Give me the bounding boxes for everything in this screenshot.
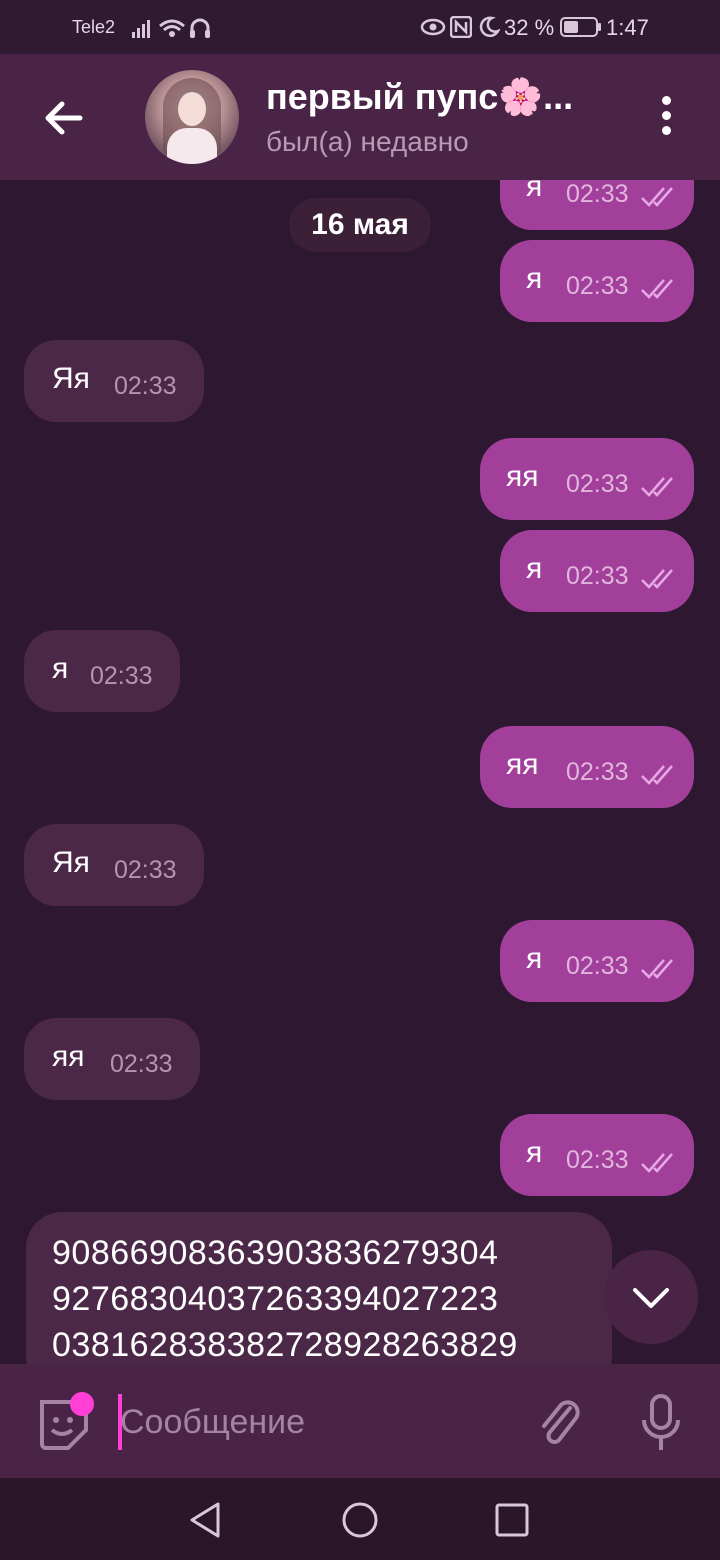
message-bubble-outgoing[interactable]: яя 02:33 bbox=[480, 438, 694, 520]
double-check-icon bbox=[641, 959, 673, 979]
carrier-label: Tele2 bbox=[72, 17, 116, 37]
clock: 1:47 bbox=[606, 15, 649, 40]
status-bar: Tele2 32 % 1:47 bbox=[0, 0, 720, 54]
arrow-left-icon[interactable] bbox=[40, 96, 88, 140]
double-check-icon bbox=[641, 477, 673, 497]
message-bubble-outgoing[interactable]: я 02:33 bbox=[500, 240, 694, 322]
message-line: 9276830403726339402722​3 bbox=[52, 1280, 499, 1318]
nav-back-icon[interactable] bbox=[184, 1498, 228, 1542]
message-bubble-outgoing[interactable]: я 02:33 bbox=[500, 1114, 694, 1196]
message-bubble-incoming[interactable]: Яя 02:33 bbox=[24, 824, 204, 906]
chat-header: первый пупс🌸... был(а) недавно bbox=[0, 54, 720, 180]
more-vertical-icon[interactable] bbox=[652, 96, 680, 140]
message-bubble-incoming[interactable]: я 02:33 bbox=[24, 630, 180, 712]
chat-status: был(а) недавно bbox=[266, 126, 469, 157]
double-check-icon bbox=[641, 187, 673, 207]
nav-home-icon[interactable] bbox=[338, 1498, 382, 1542]
microphone-icon[interactable] bbox=[638, 1392, 684, 1454]
double-check-icon bbox=[641, 569, 673, 589]
message-bubble-incoming-long[interactable]: 9086690836390383627930​4 927683040372633… bbox=[26, 1212, 612, 1364]
double-check-icon bbox=[641, 279, 673, 299]
message-bubble-outgoing[interactable]: я 02:33 bbox=[500, 920, 694, 1002]
chat-title[interactable]: первый пупс🌸... bbox=[266, 76, 573, 118]
avatar[interactable] bbox=[145, 70, 239, 164]
message-bubble-incoming[interactable]: яя 02:33 bbox=[24, 1018, 200, 1100]
message-input[interactable]: Сообщение bbox=[120, 1394, 510, 1450]
signal-icon bbox=[132, 18, 210, 38]
eye-icon bbox=[420, 18, 446, 36]
message-bubble-incoming[interactable]: Яя 02:33 bbox=[24, 340, 204, 422]
message-bubble-outgoing[interactable]: яя 02:33 bbox=[480, 726, 694, 808]
double-check-icon bbox=[641, 765, 673, 785]
message-bubble-outgoing[interactable]: я 02:33 bbox=[500, 180, 694, 230]
system-nav-bar bbox=[0, 1478, 720, 1560]
message-line: 0381628383827289282638​29 bbox=[52, 1326, 518, 1364]
message-list[interactable]: я 02:33 16 мая я 02:33 Яя 02:33 яя 02:33… bbox=[0, 180, 720, 1364]
nav-recents-icon[interactable] bbox=[490, 1498, 534, 1542]
message-composer: Сообщение bbox=[0, 1364, 720, 1478]
nfc-icon bbox=[450, 16, 472, 38]
chevron-down-icon bbox=[633, 1288, 669, 1308]
battery-percent: 32 % bbox=[504, 15, 555, 40]
paperclip-icon[interactable] bbox=[534, 1394, 584, 1452]
battery-icon bbox=[560, 17, 601, 37]
moon-icon bbox=[479, 16, 500, 38]
message-line: 9086690836390383627930​4 bbox=[52, 1234, 499, 1272]
double-check-icon bbox=[641, 1153, 673, 1173]
scroll-down-button[interactable] bbox=[604, 1250, 698, 1344]
message-bubble-outgoing[interactable]: я 02:33 bbox=[500, 530, 694, 612]
date-separator: 16 мая bbox=[289, 198, 431, 252]
notification-dot bbox=[70, 1392, 94, 1416]
